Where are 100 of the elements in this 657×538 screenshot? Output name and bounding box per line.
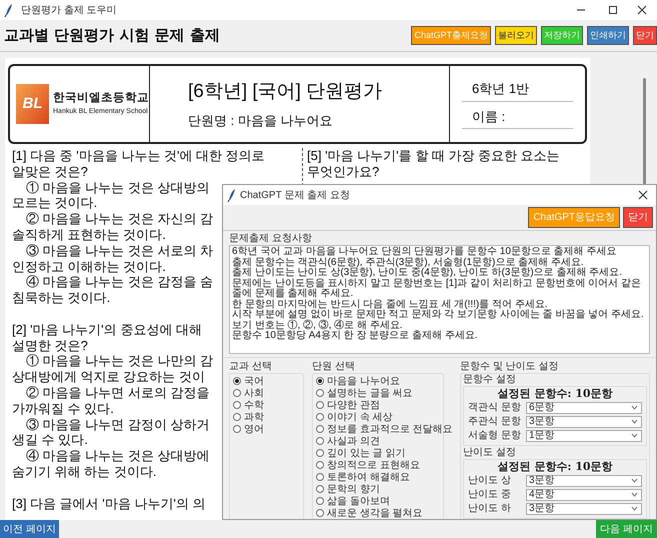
field-label: 주관식 문항 xyxy=(468,415,522,429)
question-text: 가까워질 수 있다. xyxy=(12,400,114,417)
dropdown[interactable]: 3문항 xyxy=(526,416,642,428)
radio-label[interactable]: 사회 xyxy=(244,386,264,400)
radio-button[interactable] xyxy=(316,437,324,445)
question-text: [2] '마음 나누기'의 중요성에 대해 xyxy=(12,322,202,338)
feather-icon xyxy=(227,188,236,202)
close-icon[interactable] xyxy=(637,5,647,15)
radio-label[interactable]: 설명하는 글을 써요 xyxy=(327,386,413,400)
radio-label[interactable]: 새로운 생각을 펼쳐요 xyxy=(327,506,423,519)
radio-button[interactable] xyxy=(233,425,241,433)
toolbar-button[interactable]: 불러오기 xyxy=(495,26,537,45)
radio-label[interactable]: 마음을 나누어요 xyxy=(327,374,400,388)
total-count: 설정된 문항수: 10문항 xyxy=(496,387,614,401)
radio-label[interactable]: 문학의 향기 xyxy=(327,482,380,496)
window-title: 단원평가 출제 도우미 xyxy=(21,4,117,18)
dialog-button[interactable]: 닫기 xyxy=(623,207,653,228)
radio-button[interactable] xyxy=(316,497,324,505)
question-text: [3] 다음 글에서 '마음 나누기'의 의 xyxy=(12,496,206,512)
answer-option: ① 마음을 나누는 것은 나만의 감 xyxy=(26,353,214,370)
radio-button[interactable] xyxy=(316,425,324,433)
radio-label[interactable]: 다양한 관점 xyxy=(327,398,380,412)
chevron-down-icon xyxy=(631,405,638,410)
radio-button[interactable] xyxy=(316,461,324,469)
chevron-down-icon xyxy=(631,492,638,497)
dropdown[interactable]: 3문항 xyxy=(526,474,642,486)
group-label: 교과 선택 xyxy=(229,361,273,373)
radio-label[interactable]: 삶을 돌아보며 xyxy=(327,494,390,508)
answer-option: ② 마음을 나누는 것은 자신의 감 xyxy=(26,211,214,227)
radio-button[interactable] xyxy=(316,413,324,421)
school-logo: BL xyxy=(16,84,49,124)
question-text: 모르는 것이다. xyxy=(12,195,98,212)
answer-option: ① 마음을 나누는 것은 상대방의 xyxy=(26,180,210,196)
field-label: 객관식 문항 xyxy=(468,401,522,415)
request-label: 문제출제 요청사항 xyxy=(229,232,313,245)
radio-label[interactable]: 창의적으로 표현해요 xyxy=(327,458,420,472)
maximize-icon[interactable] xyxy=(608,5,618,15)
radio-label[interactable]: 토론하여 해결해요 xyxy=(327,470,410,484)
radio-button[interactable] xyxy=(316,401,324,409)
field-label: 난이도 하 xyxy=(468,502,512,516)
toolbar-button[interactable]: 인쇄하기 xyxy=(587,26,629,45)
radio-label[interactable]: 정보를 효과적으로 전달해요 xyxy=(327,422,453,436)
group-label: 문항수 및 난이도 설정 xyxy=(460,361,560,373)
radio-button[interactable] xyxy=(233,401,241,409)
radio-label[interactable]: 영어 xyxy=(244,422,264,436)
radio-label[interactable]: 국어 xyxy=(244,374,264,388)
chevron-down-icon xyxy=(631,478,638,483)
radio-label[interactable]: 이야기 속 세상 xyxy=(327,410,393,424)
radio-button[interactable] xyxy=(316,485,324,493)
question-text: [1] 다음 중 '마음을 나누는 것'에 대한 정의로 xyxy=(12,148,265,164)
toolbar-button[interactable]: 닫기 xyxy=(633,26,657,45)
previous-page-button[interactable]: 이전 페이지 xyxy=(0,520,59,538)
total-count: 설정된 문항수: 10문항 xyxy=(496,460,614,474)
radio-button[interactable] xyxy=(316,377,324,385)
field-label: 난이도 상 xyxy=(468,474,512,488)
question-text: 설명한 것은? xyxy=(12,338,88,354)
radio-label[interactable]: 깊이 있는 글 읽기 xyxy=(327,446,406,460)
question-text: 생길 수 있다. xyxy=(12,432,88,448)
student-name-label: 이름 : xyxy=(462,104,573,129)
radio-button[interactable] xyxy=(233,413,241,421)
question-text: 솔직하게 표현하는 것이다. xyxy=(12,226,166,243)
close-icon[interactable] xyxy=(638,190,648,200)
radio-button[interactable] xyxy=(316,509,324,517)
section-label: 난이도 설정 xyxy=(463,447,517,459)
question-text: 상대방에게 억지로 강요하는 것이 xyxy=(12,369,205,385)
radio-button[interactable] xyxy=(316,473,324,481)
dialog-title: ChatGPT 문제 출제 요청 xyxy=(240,188,350,202)
request-field[interactable]: 6학년 국어 교과 마음을 나누어요 단원의 단원평가를 문항수 10문항으로 출제해 주세요 출제 문항수는 객관식(6문항), 주관식(3문항), 서술형(1문항)으로 출제해 주세요. 출제 난이도는 난이도 상(3문항), 난이도 중(4문항), 난이도 하(3문항)으로 출제해 주세요. 문제에는 난이도등을 표시하지 말고 문항번호는 [1]과 같이 처리하고 문항번호에 이어서 같은줄에 문제를 출제해 주세요. 한 문항의 마지막에는 반드시 다음 줄에 느낌표 세 개(!!!)를 적어 주세요. 시작 부분에 설명 없이 바로 문제만 적고 문제와 각 보기문항 사이에는 줄 바꿈을 넣어 주세요. 보기 번호는 ①, ②, ③, ④로 해 주세요. 문항수 10문항당 A4용지 한 장 분량으로 출제해 주세요. xyxy=(229,245,650,354)
field-label: 난이도 중 xyxy=(468,488,512,502)
question-text: [5] '마음 나누기'를 할 때 가장 중요한 요소는 xyxy=(307,148,560,164)
question-text: 침묵하는 것이다. xyxy=(12,290,110,306)
answer-option: ④ 마음을 나누는 것은 감정을 숨 xyxy=(26,274,214,290)
radio-button[interactable] xyxy=(233,377,241,385)
answer-option: ③ 마음을 나누면 감정이 상하거 xyxy=(26,416,210,432)
chevron-down-icon xyxy=(631,506,638,511)
dropdown[interactable]: 4문항 xyxy=(526,488,642,500)
answer-option: ④ 마음을 나누는 것은 상대방에 xyxy=(26,448,210,464)
chevron-down-icon xyxy=(631,433,638,438)
dropdown[interactable]: 6문항 xyxy=(526,402,642,414)
exam-title: [6학년] [국어] 단원평가 xyxy=(188,80,384,104)
unit-name: 단원명 : 마음을 나누어요 xyxy=(188,112,334,130)
radio-label[interactable]: 수학 xyxy=(244,398,264,412)
radio-label[interactable]: 과학 xyxy=(244,410,264,424)
feather-icon xyxy=(4,3,13,17)
question-text: 숨기기 위해 하는 것이다. xyxy=(12,464,156,480)
question-text: 인정하고 이해하는 것이다. xyxy=(12,258,166,274)
radio-button[interactable] xyxy=(316,449,324,457)
page-heading: 교과별 단원평가 시험 문제 출제 xyxy=(4,25,220,46)
dropdown[interactable]: 1문항 xyxy=(526,430,642,442)
group-label: 단원 선택 xyxy=(312,361,356,373)
chevron-down-icon xyxy=(631,419,638,424)
radio-button[interactable] xyxy=(233,389,241,397)
field-label: 서술형 문항 xyxy=(468,429,522,443)
radio-button[interactable] xyxy=(316,389,324,397)
answer-option: ③ 마음을 나누는 것은 서로의 차 xyxy=(26,242,214,259)
dropdown[interactable]: 3문항 xyxy=(526,502,642,514)
class-label: 6학년 1반 xyxy=(462,79,573,102)
radio-label[interactable]: 사실과 의견 xyxy=(327,434,380,448)
question-text: 무엇인가요? xyxy=(307,164,380,180)
question-text: 알맞은 것은? xyxy=(12,164,88,180)
